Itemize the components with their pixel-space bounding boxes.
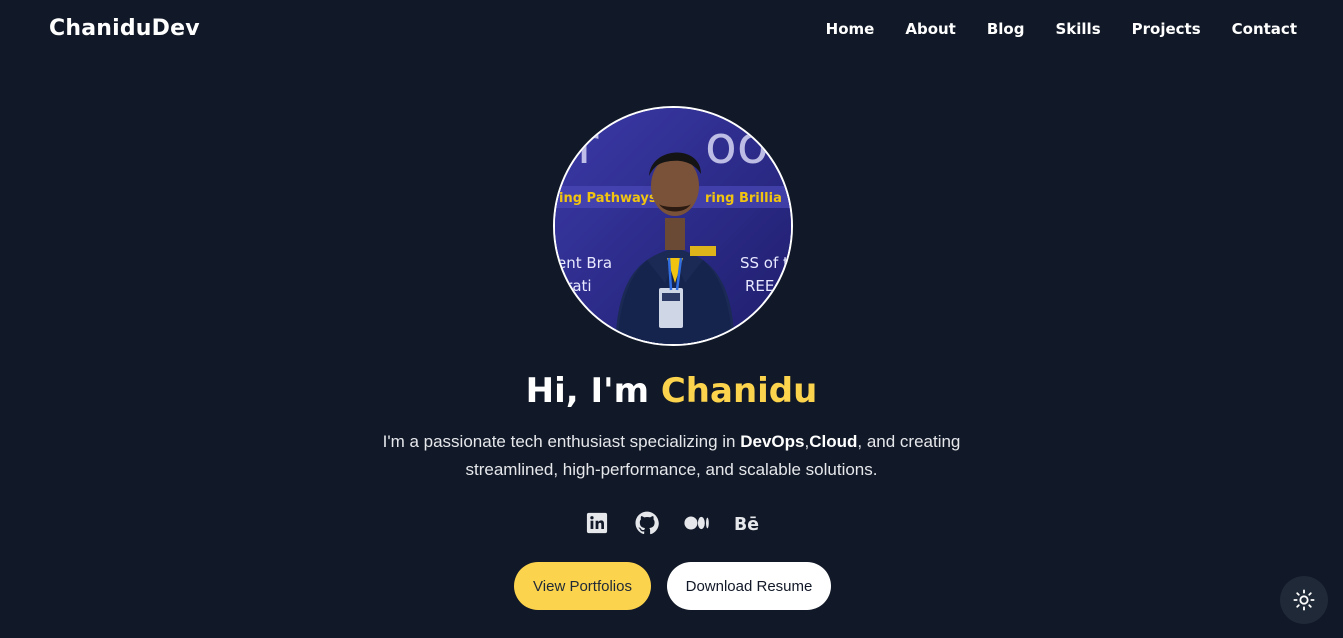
- theme-toggle-button[interactable]: [1280, 576, 1328, 624]
- view-portfolios-button[interactable]: View Portfolios: [514, 562, 651, 610]
- nav-link-contact[interactable]: Contact: [1232, 20, 1297, 38]
- svg-text:ing Pathways: ing Pathways: [559, 191, 657, 206]
- social-links: Bē: [0, 510, 1343, 536]
- intro-text-start: I'm a passionate tech enthusiast special…: [382, 432, 741, 451]
- greeting-text: Hi, I'm: [525, 371, 649, 411]
- nav-item-skills: Skills: [1055, 19, 1100, 38]
- sun-icon: [1293, 589, 1315, 611]
- svg-text:er: er: [555, 116, 599, 176]
- nav-item-home: Home: [826, 19, 875, 38]
- svg-text:orati: orati: [557, 277, 592, 295]
- svg-text:Bē: Bē: [734, 515, 759, 534]
- svg-text:REE: REE: [745, 277, 774, 295]
- nav-menu: Home About Blog Skills Projects Contact: [826, 19, 1297, 38]
- behance-link[interactable]: Bē: [734, 510, 760, 536]
- nav-item-contact: Contact: [1232, 19, 1297, 38]
- linkedin-icon: [586, 512, 607, 534]
- nav-link-about[interactable]: About: [905, 20, 956, 38]
- hero-intro: I'm a passionate tech enthusiast special…: [360, 428, 983, 484]
- svg-text:SS of t: SS of t: [740, 254, 789, 272]
- svg-text:oo: oo: [705, 116, 769, 176]
- nav-link-projects[interactable]: Projects: [1132, 20, 1201, 38]
- page: ChaniduDev Home About Blog Skills Projec…: [0, 0, 1343, 638]
- name-text: Chanidu: [660, 371, 818, 411]
- profile-avatar: er oo ing Pathways ring Brillia ent Bra …: [553, 106, 793, 346]
- intro-highlight-cloud: Cloud: [809, 432, 858, 451]
- nav-link-blog[interactable]: Blog: [987, 20, 1025, 38]
- svg-text:ring Brillia: ring Brillia: [705, 191, 782, 206]
- profile-photo: er oo ing Pathways ring Brillia ent Bra …: [555, 108, 791, 344]
- github-link[interactable]: [634, 510, 660, 536]
- behance-icon: Bē: [734, 515, 759, 534]
- svg-text:ent Bra: ent Bra: [557, 254, 612, 272]
- hero-headline: Hi, I'm Chanidu: [0, 371, 1343, 411]
- navbar: ChaniduDev Home About Blog Skills Projec…: [0, 0, 1343, 60]
- download-resume-button[interactable]: Download Resume: [667, 562, 831, 610]
- nav-item-about: About: [905, 19, 956, 38]
- intro-highlight-devops: DevOps: [740, 432, 805, 451]
- nav-link-home[interactable]: Home: [826, 20, 875, 38]
- nav-link-skills[interactable]: Skills: [1055, 20, 1100, 38]
- brand-logo[interactable]: ChaniduDev: [49, 16, 200, 41]
- medium-link[interactable]: [683, 510, 710, 536]
- github-icon: [635, 511, 659, 535]
- linkedin-link[interactable]: [584, 510, 610, 536]
- medium-icon: [683, 516, 709, 530]
- nav-item-blog: Blog: [987, 19, 1025, 38]
- nav-item-projects: Projects: [1132, 19, 1201, 38]
